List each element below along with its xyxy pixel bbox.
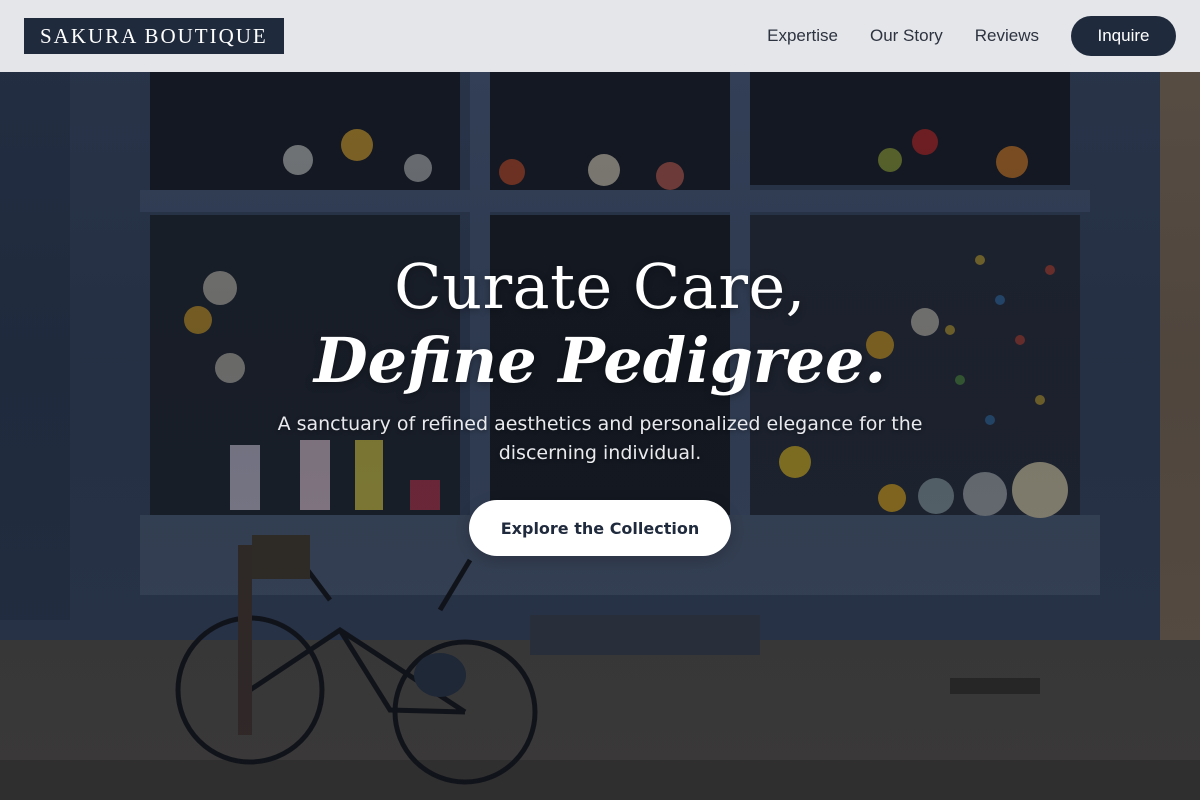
hero-section: Curate Care, Define Pedigree. A sanctuar…: [0, 250, 1200, 556]
nav-link-reviews[interactable]: Reviews: [975, 26, 1039, 46]
main-nav: Expertise Our Story Reviews Inquire: [767, 16, 1176, 56]
inquire-button[interactable]: Inquire: [1071, 16, 1176, 56]
hero-subtitle: A sanctuary of refined aesthetics and pe…: [277, 413, 923, 464]
hero-headline-line1: Curate Care,: [394, 250, 806, 323]
hero-headline-line2: Define Pedigree.: [313, 324, 887, 397]
explore-collection-button[interactable]: Explore the Collection: [469, 500, 731, 556]
site-header: SAKURA BOUTIQUE Expertise Our Story Revi…: [0, 0, 1200, 72]
nav-link-expertise[interactable]: Expertise: [767, 26, 838, 46]
nav-link-our-story[interactable]: Our Story: [870, 26, 943, 46]
brand-logo[interactable]: SAKURA BOUTIQUE: [24, 18, 284, 54]
